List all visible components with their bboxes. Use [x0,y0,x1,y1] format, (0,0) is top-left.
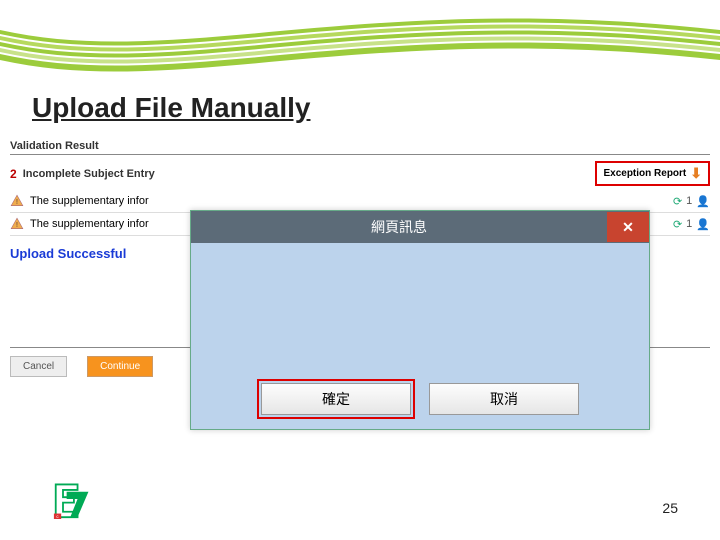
logo: c [50,479,96,524]
dialog-close-button[interactable]: ✕ [607,212,649,242]
exception-report-button[interactable]: Exception Report ⬇ [595,161,710,186]
divider [10,154,710,155]
row-action-icons: ⟳ 1 👤 [673,218,710,231]
validation-summary-row: 2 Incomplete Subject Entry Exception Rep… [10,161,710,186]
svg-text:!: ! [16,222,18,229]
validation-heading: Validation Result [10,140,710,152]
dialog-ok-button[interactable]: 確定 [261,383,411,415]
warning-icon: ! [10,217,24,231]
row-badge: 1 [686,195,692,207]
continue-button[interactable]: Continue [87,356,153,377]
refresh-icon[interactable]: ⟳ [673,218,682,231]
dialog-titlebar: 網頁訊息 ✕ [191,211,649,243]
slide-title: Upload File Manually [32,92,310,124]
warning-text: The supplementary infor [30,218,149,230]
decorative-wave-header [0,0,720,80]
dialog-body [191,243,649,373]
webpage-message-dialog: 網頁訊息 ✕ 確定 取消 [190,210,650,430]
incomplete-label: Incomplete Subject Entry [23,168,155,180]
page-number: 25 [662,500,678,516]
row-action-icons: ⟳ 1 👤 [673,195,710,208]
exception-report-label: Exception Report [603,168,686,179]
dialog-cancel-button[interactable]: 取消 [429,383,579,415]
dialog-button-row: 確定 取消 [191,373,649,429]
warning-text: The supplementary infor [30,195,149,207]
svg-text:!: ! [16,199,18,206]
close-icon: ✕ [622,219,634,236]
incomplete-count: 2 [10,167,17,181]
warning-icon: ! [10,194,24,208]
download-arrow-icon: ⬇ [690,165,702,182]
row-badge: 1 [686,218,692,230]
refresh-icon[interactable]: ⟳ [673,195,682,208]
person-icon[interactable]: 👤 [696,218,710,231]
person-icon[interactable]: 👤 [696,195,710,208]
cancel-button[interactable]: Cancel [10,356,67,377]
dialog-title-text: 網頁訊息 [191,211,607,243]
